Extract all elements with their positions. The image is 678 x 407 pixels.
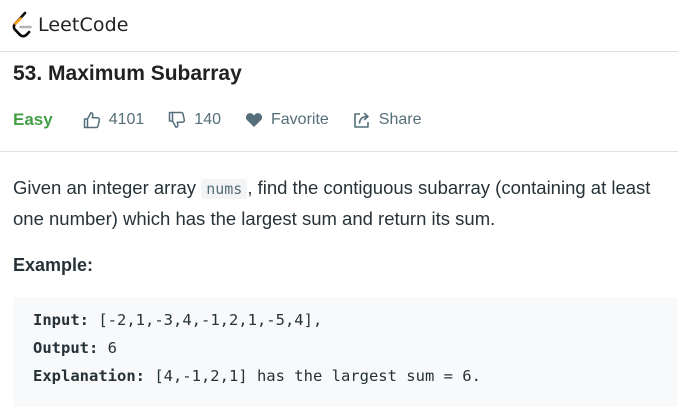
example-output-label: Output: [33, 339, 99, 357]
example-explanation-value: [4,-1,2,1] has the largest sum = 6. [144, 367, 481, 385]
divider [0, 151, 678, 152]
dislike-button[interactable]: 140 [168, 111, 221, 129]
leetcode-logo-icon [12, 11, 32, 38]
example-output-value: 6 [98, 339, 117, 357]
thumbs-up-icon [83, 112, 100, 129]
logo-text: LeetCode [38, 14, 129, 36]
heart-icon [245, 113, 263, 127]
example-heading: Example: [13, 255, 94, 275]
description-text-start: Given an integer array [13, 177, 202, 198]
example-input-line: Input: [-2,1,-3,4,-1,2,1,-5,4], [33, 311, 322, 329]
example-input-value: [-2,1,-3,4,-1,2,1,-5,4], [89, 311, 323, 329]
dislike-count: 140 [194, 111, 221, 128]
difficulty-badge: Easy [13, 110, 53, 129]
thumbs-down-icon [169, 111, 186, 128]
like-count: 4101 [108, 111, 145, 128]
example-explanation-label: Explanation: [33, 367, 145, 385]
example-code-block: Input: [-2,1,-3,4,-1,2,1,-5,4], Output: … [13, 297, 678, 407]
problem-description: Given an integer array nums, find the co… [13, 173, 678, 233]
share-button[interactable]: Share [353, 111, 422, 129]
example-output-line: Output: 6 [33, 339, 117, 357]
favorite-button[interactable]: Favorite [245, 111, 329, 129]
problem-meta-bar: Easy 4101 140 Favorite Share [13, 108, 446, 132]
top-header: LeetCode [0, 0, 678, 52]
example-input-label: Input: [33, 311, 89, 329]
share-label: Share [378, 111, 422, 128]
example-explanation-line: Explanation: [4,-1,2,1] has the largest … [33, 367, 481, 385]
like-button[interactable]: 4101 [83, 111, 145, 129]
inline-code-nums: nums [201, 179, 248, 199]
share-icon [353, 112, 369, 128]
logo-link[interactable]: LeetCode [11, 11, 129, 39]
favorite-label: Favorite [271, 111, 329, 128]
problem-title: 53. Maximum Subarray [13, 62, 242, 85]
